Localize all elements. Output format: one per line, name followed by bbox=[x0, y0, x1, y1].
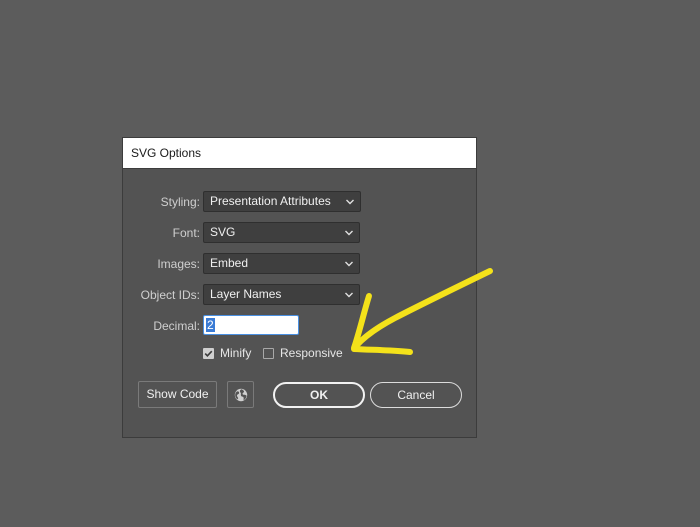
svg-options-dialog: SVG Options Styling: Presentation Attrib… bbox=[122, 137, 477, 438]
cancel-button[interactable]: Cancel bbox=[370, 382, 462, 408]
chevron-down-icon bbox=[345, 261, 353, 267]
images-row: Images: Embed bbox=[123, 253, 476, 275]
font-row: Font: SVG bbox=[123, 222, 476, 244]
chevron-down-icon bbox=[346, 199, 354, 205]
images-select[interactable]: Embed bbox=[203, 253, 360, 274]
responsive-checkbox[interactable] bbox=[263, 348, 274, 359]
styling-label: Styling: bbox=[160, 195, 200, 209]
check-icon bbox=[204, 350, 213, 357]
styling-value: Presentation Attributes bbox=[210, 194, 331, 208]
dialog-title: SVG Options bbox=[131, 146, 202, 160]
images-label: Images: bbox=[157, 257, 200, 271]
responsive-label: Responsive bbox=[280, 346, 343, 360]
decimal-row: Decimal: 2 bbox=[123, 315, 476, 337]
decimal-value: 2 bbox=[206, 318, 215, 332]
font-value: SVG bbox=[210, 225, 236, 239]
object-ids-row: Object IDs: Layer Names bbox=[123, 284, 476, 306]
show-code-button[interactable]: Show Code bbox=[138, 381, 217, 408]
styling-select[interactable]: Presentation Attributes bbox=[203, 191, 361, 212]
styling-row: Styling: Presentation Attributes bbox=[123, 191, 476, 213]
ok-button[interactable]: OK bbox=[273, 382, 365, 408]
minify-checkbox[interactable] bbox=[203, 348, 214, 359]
minify-label: Minify bbox=[220, 346, 252, 360]
checkbox-row: Minify Responsive bbox=[123, 344, 476, 366]
decimal-input[interactable]: 2 bbox=[203, 315, 299, 335]
globe-icon bbox=[234, 388, 248, 402]
images-value: Embed bbox=[210, 256, 249, 270]
object-ids-label: Object IDs: bbox=[140, 288, 200, 302]
object-ids-select[interactable]: Layer Names bbox=[203, 284, 360, 305]
font-select[interactable]: SVG bbox=[203, 222, 360, 243]
globe-button[interactable] bbox=[227, 381, 254, 408]
chevron-down-icon bbox=[345, 230, 353, 236]
chevron-down-icon bbox=[345, 292, 353, 298]
font-label: Font: bbox=[172, 226, 200, 240]
object-ids-value: Layer Names bbox=[210, 287, 282, 301]
dialog-titlebar[interactable]: SVG Options bbox=[123, 138, 476, 169]
decimal-label: Decimal: bbox=[153, 319, 200, 333]
